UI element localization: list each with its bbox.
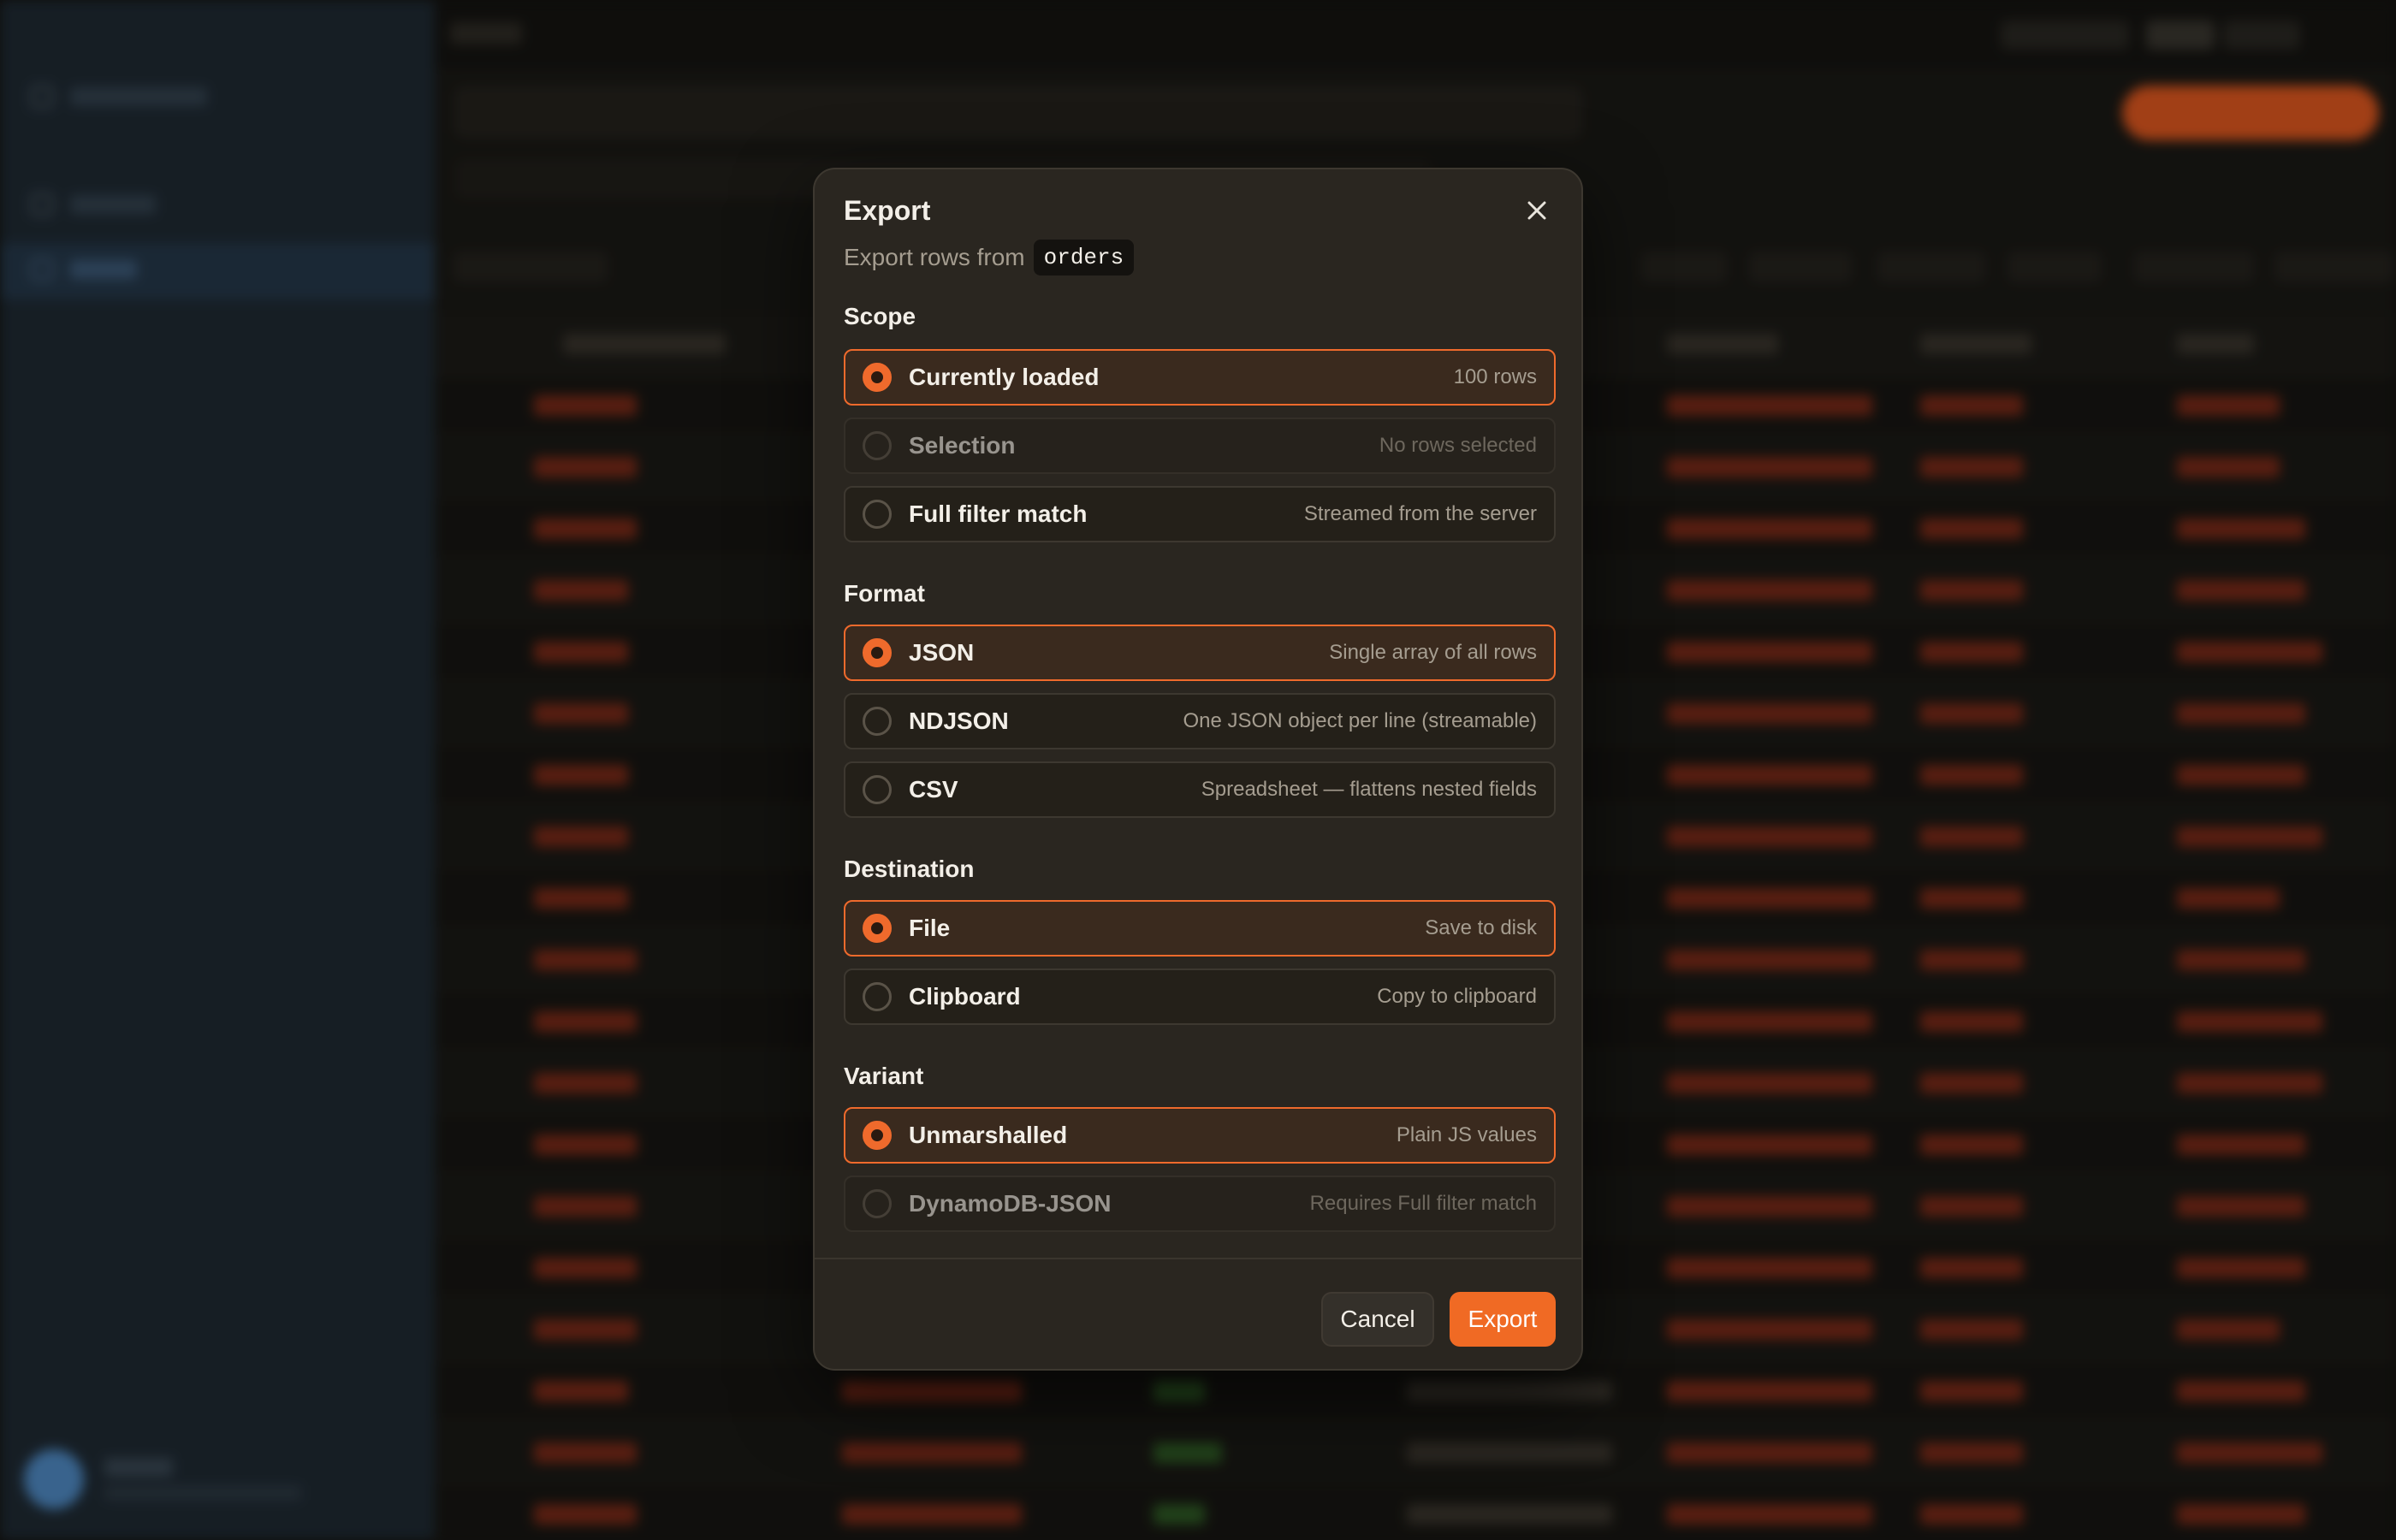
scope-option-full-filter-match[interactable]: Full filter match Streamed from the serv…: [844, 486, 1556, 542]
subtitle-text: Export rows from: [844, 244, 1025, 270]
export-button[interactable]: Export: [1450, 1292, 1556, 1347]
option-description: No rows selected: [1379, 434, 1537, 457]
footer-divider: [815, 1258, 1581, 1259]
format-option-csv[interactable]: CSV Spreadsheet — flattens nested fields: [844, 761, 1556, 818]
close-icon: [1527, 201, 1546, 220]
export-dialog: Export Export rows from orders Scope Cur…: [813, 168, 1583, 1371]
option-label: Full filter match: [909, 500, 1088, 527]
option-label: File: [909, 915, 951, 941]
option-label: NDJSON: [909, 708, 1009, 734]
close-button[interactable]: [1516, 190, 1557, 231]
option-description: Streamed from the server: [1303, 502, 1537, 525]
radio-indicator: [863, 500, 892, 529]
format-option-ndjson[interactable]: NDJSON One JSON object per line (streama…: [844, 693, 1556, 749]
variant-option-dynamodb-json[interactable]: DynamoDB-JSON Requires Full filter match: [844, 1176, 1556, 1232]
scope-option-selection[interactable]: Selection No rows selected: [844, 418, 1556, 474]
option-label: DynamoDB-JSON: [909, 1190, 1112, 1217]
variant-label: Variant: [844, 1063, 924, 1089]
option-description: Save to disk: [1425, 916, 1537, 939]
radio-indicator: [863, 431, 892, 460]
radio-indicator: [863, 1121, 892, 1150]
option-description: Spreadsheet — flattens nested fields: [1201, 778, 1537, 801]
option-description: Requires Full filter match: [1309, 1192, 1537, 1215]
option-description: Copy to clipboard: [1377, 985, 1537, 1008]
option-description: 100 rows: [1453, 365, 1537, 388]
destination-option-clipboard[interactable]: Clipboard Copy to clipboard: [844, 968, 1556, 1025]
format-label: Format: [844, 580, 925, 607]
scope-label: Scope: [844, 303, 916, 329]
radio-indicator: [863, 775, 892, 804]
dialog-title: Export: [844, 195, 931, 226]
option-label: Unmarshalled: [909, 1122, 1068, 1148]
destination-label: Destination: [844, 856, 975, 882]
radio-indicator: [863, 707, 892, 736]
option-description: Plain JS values: [1396, 1123, 1537, 1146]
radio-indicator: [863, 914, 892, 943]
scope-option-currently-loaded[interactable]: Currently loaded 100 rows: [844, 349, 1556, 406]
option-label: Currently loaded: [909, 364, 1100, 390]
radio-indicator: [863, 363, 892, 392]
option-label: Clipboard: [909, 983, 1021, 1010]
cancel-button[interactable]: Cancel: [1321, 1292, 1434, 1347]
radio-indicator: [863, 1189, 892, 1218]
option-label: CSV: [909, 776, 958, 803]
option-label: JSON: [909, 639, 975, 666]
format-option-json[interactable]: JSON Single array of all rows: [844, 625, 1556, 681]
radio-indicator: [863, 982, 892, 1011]
option-label: Selection: [909, 432, 1016, 459]
variant-option-unmarshalled[interactable]: Unmarshalled Plain JS values: [844, 1107, 1556, 1164]
option-description: Single array of all rows: [1329, 641, 1537, 664]
destination-option-file[interactable]: File Save to disk: [844, 900, 1556, 957]
radio-indicator: [863, 638, 892, 667]
dialog-subtitle: Export rows from orders: [844, 240, 1135, 275]
table-name-code: orders: [1033, 240, 1135, 275]
option-description: One JSON object per line (streamable): [1183, 709, 1537, 732]
